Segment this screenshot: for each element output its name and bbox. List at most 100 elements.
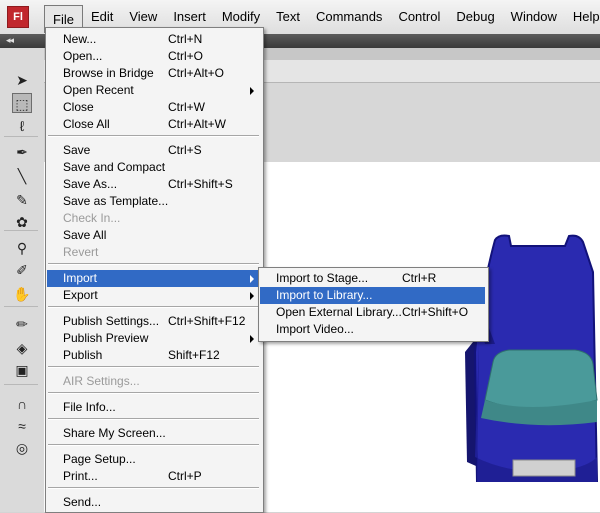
menu-item-open-external-library[interactable]: Open External Library... Ctrl+Shift+O bbox=[260, 304, 485, 321]
menu-item-close-all[interactable]: Close All Ctrl+Alt+W bbox=[47, 116, 260, 133]
menu-item-save-all[interactable]: Save All bbox=[47, 227, 260, 244]
menu-item-label: Share My Screen... bbox=[63, 426, 166, 440]
stroke-color-icon[interactable]: ✏ bbox=[12, 314, 32, 334]
menu-commands[interactable]: Commands bbox=[308, 0, 390, 34]
menu-item-publish[interactable]: Publish Shift+F12 bbox=[47, 347, 260, 364]
line-tool-icon[interactable]: ╲ bbox=[12, 166, 32, 186]
menu-item-send[interactable]: Send... bbox=[47, 494, 260, 511]
menu-item-publish-preview[interactable]: Publish Preview bbox=[47, 330, 260, 347]
menu-item-browse-in-bridge[interactable]: Browse in Bridge Ctrl+Alt+O bbox=[47, 65, 260, 82]
menu-item-import-to-stage[interactable]: Import to Stage... Ctrl+R bbox=[260, 270, 485, 287]
fill-color-icon[interactable]: ◈ bbox=[12, 338, 32, 358]
menu-item-label: Publish bbox=[63, 348, 103, 362]
pen-tool-icon[interactable]: ✒ bbox=[12, 142, 32, 162]
menu-item-label: Open External Library... bbox=[276, 305, 402, 319]
menu-item-import-to-library[interactable]: Import to Library... bbox=[260, 287, 485, 304]
menu-separator bbox=[48, 487, 259, 489]
selection-tool-icon[interactable]: ➤ bbox=[12, 70, 32, 90]
menu-item-share-my-screen[interactable]: Share My Screen... bbox=[47, 425, 260, 442]
menu-separator bbox=[48, 418, 259, 420]
menu-item-shortcut: Ctrl+W bbox=[168, 100, 205, 114]
menu-item-shortcut: Ctrl+R bbox=[402, 271, 437, 285]
tools-separator bbox=[4, 136, 38, 137]
menu-control[interactable]: Control bbox=[390, 0, 448, 34]
menu-item-label: Save as Template... bbox=[63, 194, 169, 208]
menu-item-label: Check In... bbox=[63, 211, 121, 225]
deco-tool-icon[interactable]: ✿ bbox=[12, 212, 32, 232]
snap-magnet-icon[interactable]: ∩ bbox=[12, 394, 32, 414]
menu-item-open[interactable]: Open... Ctrl+O bbox=[47, 48, 260, 65]
menu-separator bbox=[48, 392, 259, 394]
menu-item-label: Send... bbox=[63, 495, 102, 509]
menu-item-label: Import Video... bbox=[276, 322, 354, 336]
menu-item-export[interactable]: Export bbox=[47, 287, 260, 304]
swap-colors-icon[interactable]: ▣ bbox=[12, 360, 32, 380]
menu-item-label: Print... bbox=[63, 469, 98, 483]
submenu-arrow-icon bbox=[250, 275, 254, 283]
pencil-tool-icon[interactable]: ✎ bbox=[12, 190, 32, 210]
lasso-tool-icon[interactable]: ℓ bbox=[12, 116, 32, 136]
car-windshield bbox=[484, 349, 598, 411]
menu-item-page-setup[interactable]: Page Setup... bbox=[47, 451, 260, 468]
menu-item-shortcut: Ctrl+Shift+O bbox=[402, 305, 469, 319]
menu-window[interactable]: Window bbox=[503, 0, 565, 34]
menu-text[interactable]: Text bbox=[268, 0, 308, 34]
menu-separator bbox=[48, 306, 259, 308]
subselection-tool-icon[interactable]: ⬚ bbox=[12, 93, 32, 113]
menu-item-shortcut: Ctrl+N bbox=[168, 32, 203, 46]
menu-item-label: Export bbox=[63, 288, 98, 302]
menu-item-revert[interactable]: Revert bbox=[47, 244, 260, 261]
menu-item-shortcut: Ctrl+Alt+O bbox=[168, 66, 225, 80]
menu-item-print[interactable]: Print... Ctrl+P bbox=[47, 468, 260, 485]
car-license-plate bbox=[512, 459, 576, 477]
collapse-panel-icon[interactable]: ◂◂ bbox=[6, 35, 14, 46]
menu-help[interactable]: Help bbox=[565, 0, 600, 34]
straighten-icon[interactable]: ◎ bbox=[12, 438, 32, 458]
menu-item-publish-settings[interactable]: Publish Settings... Ctrl+Shift+F12 bbox=[47, 313, 260, 330]
eyedropper-tool-icon[interactable]: ✐ bbox=[12, 260, 32, 280]
menu-item-new[interactable]: New... Ctrl+N bbox=[47, 31, 260, 48]
menu-separator bbox=[48, 263, 259, 265]
menu-item-label: Save As... bbox=[63, 177, 118, 191]
menu-item-file-info[interactable]: File Info... bbox=[47, 399, 260, 416]
menu-item-import[interactable]: Import bbox=[47, 270, 260, 287]
menu-item-import-video[interactable]: Import Video... bbox=[260, 321, 485, 338]
menu-separator bbox=[48, 135, 259, 137]
menu-item-air-settings[interactable]: AIR Settings... bbox=[47, 373, 260, 390]
tools-panel: ➤ ⬚ ℓ ✒ ╲ ✎ ✿ ⚲ ✐ ✋ ✏ ◈ ▣ ∩ ≈ ◎ bbox=[0, 48, 45, 512]
tools-separator bbox=[4, 384, 38, 385]
menu-item-shortcut: Ctrl+S bbox=[168, 143, 202, 157]
menu-debug[interactable]: Debug bbox=[448, 0, 502, 34]
bone-tool-icon[interactable]: ⚲ bbox=[12, 238, 32, 258]
flash-logo-icon: Fl bbox=[7, 6, 29, 28]
menu-item-close[interactable]: Close Ctrl+W bbox=[47, 99, 260, 116]
menu-item-shortcut: Shift+F12 bbox=[168, 348, 220, 362]
menu-item-label: Publish Settings... bbox=[63, 314, 160, 328]
menu-item-open-recent[interactable]: Open Recent bbox=[47, 82, 260, 99]
menu-item-label: Publish Preview bbox=[63, 331, 149, 345]
menu-item-label: Revert bbox=[63, 245, 99, 259]
menu-item-save-and-compact[interactable]: Save and Compact bbox=[47, 159, 260, 176]
hand-tool-icon[interactable]: ✋ bbox=[12, 284, 32, 304]
menu-item-label: File Info... bbox=[63, 400, 116, 414]
menu-item-label: Close bbox=[63, 100, 94, 114]
menu-item-label: Import to Stage... bbox=[276, 271, 369, 285]
menu-item-save-as-template[interactable]: Save as Template... bbox=[47, 193, 260, 210]
menu-item-label: Import to Library... bbox=[276, 288, 373, 302]
menu-item-label: AIR Settings... bbox=[63, 374, 140, 388]
menu-item-label: Save All bbox=[63, 228, 107, 242]
tools-separator bbox=[4, 230, 38, 231]
menu-item-shortcut: Ctrl+Shift+S bbox=[168, 177, 233, 191]
menu-separator bbox=[48, 444, 259, 446]
submenu-arrow-icon bbox=[250, 87, 254, 95]
smooth-icon[interactable]: ≈ bbox=[12, 416, 32, 436]
menu-item-shortcut: Ctrl+Shift+F12 bbox=[168, 314, 246, 328]
tools-separator bbox=[4, 306, 38, 307]
menu-item-check-in[interactable]: Check In... bbox=[47, 210, 260, 227]
menu-separator bbox=[48, 366, 259, 368]
menu-item-save-as[interactable]: Save As... Ctrl+Shift+S bbox=[47, 176, 260, 193]
menu-item-label: New... bbox=[63, 32, 97, 46]
menu-item-save[interactable]: Save Ctrl+S bbox=[47, 142, 260, 159]
menu-item-label: Open... bbox=[63, 49, 103, 63]
menu-item-label: Close All bbox=[63, 117, 110, 131]
